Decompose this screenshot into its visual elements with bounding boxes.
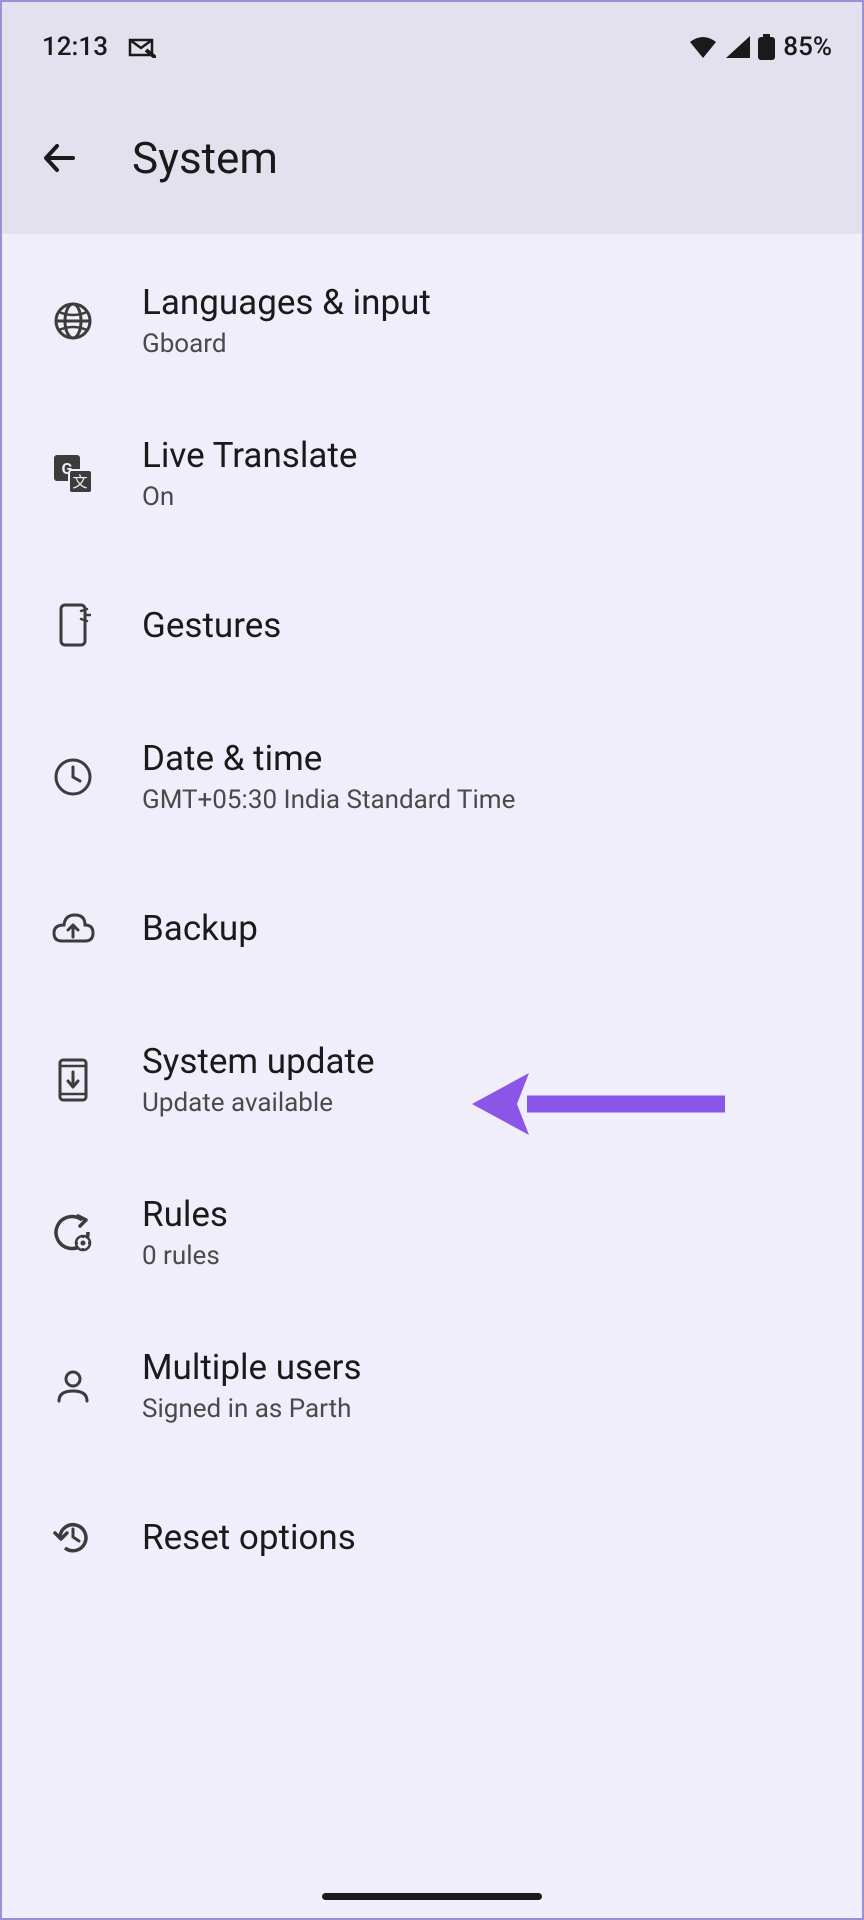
item-title: Backup bbox=[142, 908, 258, 949]
item-subtitle: GMT+05:30 India Standard Time bbox=[142, 785, 515, 815]
settings-item-users[interactable]: Multiple users Signed in as Parth bbox=[2, 1309, 862, 1462]
rules-icon bbox=[50, 1210, 96, 1256]
item-title: Languages & input bbox=[142, 282, 431, 323]
translate-icon: G 文 bbox=[50, 451, 96, 497]
item-subtitle: On bbox=[142, 482, 357, 512]
settings-item-datetime[interactable]: Date & time GMT+05:30 India Standard Tim… bbox=[2, 700, 862, 853]
battery-icon bbox=[758, 34, 775, 60]
system-update-icon bbox=[50, 1057, 96, 1103]
settings-item-translate[interactable]: G 文 Live Translate On bbox=[2, 397, 862, 550]
item-subtitle: 0 rules bbox=[142, 1241, 228, 1271]
settings-list: Languages & input Gboard G 文 Live Transl… bbox=[2, 234, 862, 1612]
signal-icon bbox=[726, 36, 750, 58]
settings-item-rules[interactable]: Rules 0 rules bbox=[2, 1156, 862, 1309]
settings-item-reset[interactable]: Reset options bbox=[2, 1462, 862, 1612]
item-title: Date & time bbox=[142, 738, 515, 779]
gestures-icon bbox=[50, 602, 96, 648]
clock-icon bbox=[50, 754, 96, 800]
item-subtitle: Gboard bbox=[142, 329, 431, 359]
notification-icon bbox=[128, 36, 156, 58]
reset-icon bbox=[50, 1514, 96, 1560]
settings-item-languages[interactable]: Languages & input Gboard bbox=[2, 244, 862, 397]
back-button[interactable] bbox=[40, 138, 80, 178]
annotation-arrow bbox=[467, 1069, 727, 1139]
item-subtitle: Update available bbox=[142, 1088, 375, 1118]
page-title: System bbox=[132, 132, 278, 184]
item-subtitle: Signed in as Parth bbox=[142, 1394, 362, 1424]
status-bar: 12:13 85% bbox=[2, 2, 862, 92]
item-title: Gestures bbox=[142, 605, 281, 646]
item-title: Multiple users bbox=[142, 1347, 362, 1388]
item-title: Rules bbox=[142, 1194, 228, 1235]
item-title: Live Translate bbox=[142, 435, 357, 476]
wifi-icon bbox=[688, 36, 718, 58]
nav-indicator[interactable] bbox=[322, 1893, 542, 1900]
globe-icon bbox=[50, 298, 96, 344]
svg-text:文: 文 bbox=[72, 473, 87, 491]
settings-item-system-update[interactable]: System update Update available bbox=[2, 1003, 862, 1156]
user-icon bbox=[50, 1363, 96, 1409]
item-title: Reset options bbox=[142, 1517, 356, 1558]
battery-percent: 85% bbox=[783, 32, 832, 62]
page-header: System bbox=[2, 92, 862, 234]
cloud-upload-icon bbox=[50, 905, 96, 951]
status-time: 12:13 bbox=[42, 32, 108, 62]
item-title: System update bbox=[142, 1041, 375, 1082]
settings-item-backup[interactable]: Backup bbox=[2, 853, 862, 1003]
settings-item-gestures[interactable]: Gestures bbox=[2, 550, 862, 700]
